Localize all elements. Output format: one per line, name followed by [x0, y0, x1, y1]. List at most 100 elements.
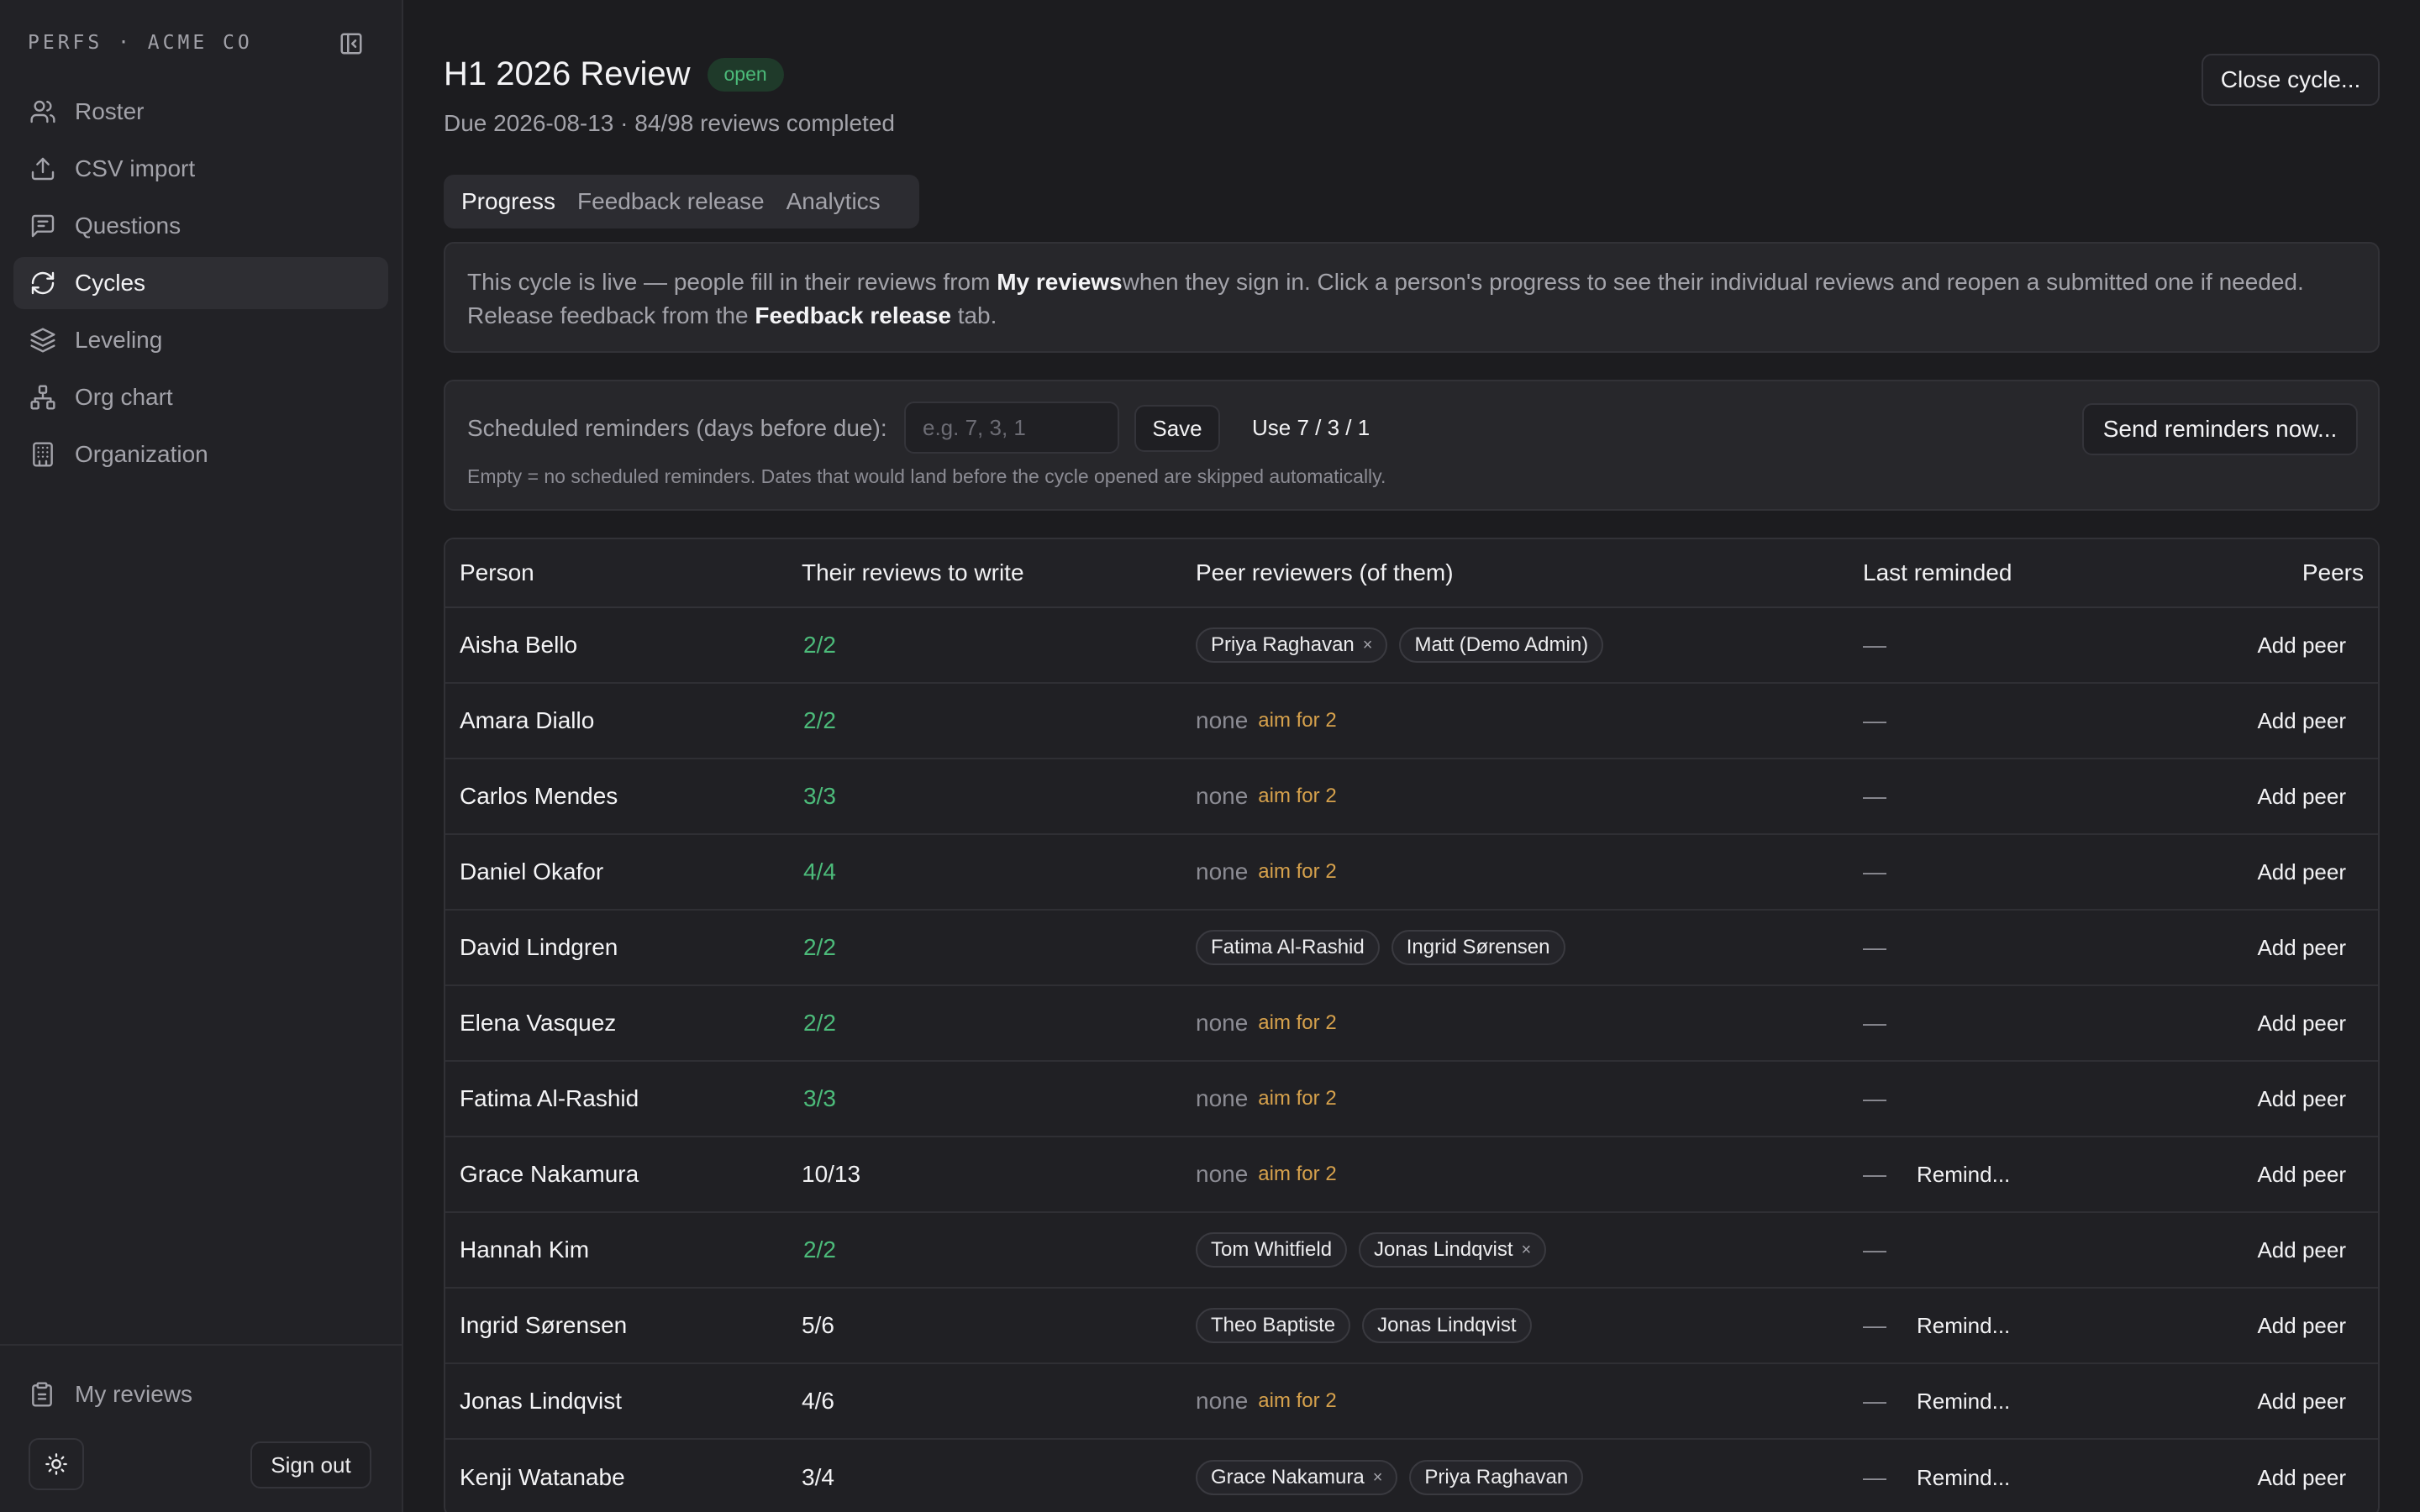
table-row: Fatima Al-Rashid 3/3 none aim for 2 — Add pee…	[445, 1062, 2378, 1137]
peer-chip-label: Fatima Al-Rashid	[1211, 936, 1365, 958]
add-peer-button[interactable]: Add peer	[2257, 1086, 2346, 1112]
peer-chip-label: Grace Nakamura	[1211, 1466, 1365, 1488]
collapse-sidebar-icon[interactable]	[336, 30, 366, 57]
tab-progress[interactable]: Progress	[450, 181, 566, 223]
last-reminded-value: —	[1863, 858, 1886, 885]
tab-feedback-release[interactable]: Feedback release	[566, 181, 776, 223]
peer-reviewers-cell: none aim for 2	[1196, 858, 1863, 885]
table-header: Person Their reviews to write Peer revie…	[445, 539, 2378, 608]
no-peers-text: none	[1196, 707, 1249, 733]
person-name: Daniel Okafor	[460, 858, 604, 885]
column-header-peer-reviewers: Peer reviewers (of them)	[1196, 559, 1454, 585]
peer-chip: Grace Nakamura ×	[1196, 1460, 1398, 1495]
add-peer-button[interactable]: Add peer	[2257, 1011, 2346, 1037]
add-peer-button[interactable]: Add peer	[2257, 633, 2346, 659]
sign-out-button[interactable]: Sign out	[250, 1441, 371, 1488]
sidebar-item-label: Roster	[75, 98, 145, 124]
reminders-label: Scheduled reminders (days before due):	[467, 415, 887, 441]
peer-chip-label: Priya Raghavan	[1211, 633, 1355, 656]
last-reminded-cell: —	[1863, 707, 2221, 734]
theme-toggle-button[interactable]	[29, 1438, 84, 1490]
last-reminded-value: —	[1863, 1010, 1886, 1036]
add-peer-button[interactable]: Add peer	[2257, 1162, 2346, 1188]
add-peer-cell: Add peer	[2221, 633, 2378, 659]
table-row: Hannah Kim 2/2 Tom Whitfield Jonas Lindqvis…	[445, 1213, 2378, 1289]
add-peer-button[interactable]: Add peer	[2257, 1465, 2346, 1491]
review-progress-link[interactable]: 2/2	[802, 1010, 836, 1036]
refresh-icon	[29, 269, 57, 297]
review-progress-link[interactable]: 2/2	[802, 934, 836, 960]
save-reminders-button[interactable]: Save	[1134, 405, 1220, 452]
remove-peer-icon[interactable]: ×	[1373, 1468, 1383, 1488]
last-reminded-value: —	[1863, 1464, 1886, 1490]
add-peer-button[interactable]: Add peer	[2257, 935, 2346, 961]
cycle-subtitle: Due 2026-08-13 · 84/98 reviews completed	[444, 110, 895, 136]
review-progress-link[interactable]: 2/2	[802, 1236, 836, 1263]
clipboard-icon	[29, 1380, 57, 1409]
remove-peer-icon[interactable]: ×	[1521, 1241, 1531, 1260]
add-peer-button[interactable]: Add peer	[2257, 708, 2346, 734]
remind-button[interactable]: Remind...	[1917, 1465, 2010, 1491]
sidebar-item-roster[interactable]: Roster	[13, 86, 388, 138]
table-row: Aisha Bello 2/2 Priya Raghavan × Matt (Demo …	[445, 608, 2378, 684]
person-name: Aisha Bello	[460, 632, 578, 658]
review-progress-link[interactable]: 10/13	[802, 1161, 860, 1187]
review-progress-link[interactable]: 3/3	[802, 1085, 836, 1111]
add-peer-button[interactable]: Add peer	[2257, 784, 2346, 810]
sidebar-item-leveling[interactable]: Leveling	[13, 314, 388, 366]
my-reviews-link[interactable]: My reviews	[997, 269, 1122, 295]
peer-reviewers-cell: Tom Whitfield Jonas Lindqvist ×	[1196, 1232, 1863, 1268]
add-peer-button[interactable]: Add peer	[2257, 1237, 2346, 1263]
add-peer-cell: Add peer	[2221, 935, 2378, 961]
users-icon	[29, 97, 57, 126]
add-peer-button[interactable]: Add peer	[2257, 859, 2346, 885]
status-badge: open	[707, 57, 784, 92]
use-preset-button[interactable]: Use 7 / 3 / 1	[1252, 415, 1370, 441]
peer-chip-label: Matt (Demo Admin)	[1414, 633, 1589, 656]
sidebar-item-cycles[interactable]: Cycles	[13, 257, 388, 309]
table-row: Kenji Watanabe 3/4 Grace Nakamura × Priya Ra…	[445, 1440, 2378, 1512]
last-reminded-cell: —	[1863, 1236, 2221, 1263]
remind-button[interactable]: Remind...	[1917, 1389, 2010, 1415]
reviews-cell: 2/2	[802, 632, 1196, 659]
info-text: This cycle is live — people fill in thei…	[467, 269, 997, 295]
review-progress-link[interactable]: 4/4	[802, 858, 836, 885]
table-row: Ingrid Sørensen 5/6 Theo Baptiste Jonas Lin…	[445, 1289, 2378, 1364]
person-name: Fatima Al-Rashid	[460, 1085, 639, 1111]
tab-bar: Progress Feedback release Analytics	[444, 175, 919, 228]
review-progress-link[interactable]: 5/6	[802, 1312, 834, 1338]
feedback-release-link[interactable]: Feedback release	[755, 302, 951, 328]
no-peers-text: none	[1196, 783, 1249, 809]
peer-reviewers-cell: Grace Nakamura × Priya Raghavan	[1196, 1460, 1863, 1495]
last-reminded-value: —	[1863, 783, 1886, 809]
review-progress-link[interactable]: 4/6	[802, 1388, 834, 1414]
peer-reviewers-cell: none aim for 2	[1196, 1388, 1863, 1415]
table-row: Daniel Okafor 4/4 none aim for 2 — Add peer	[445, 835, 2378, 911]
reminder-days-input[interactable]	[904, 402, 1119, 454]
add-peer-button[interactable]: Add peer	[2257, 1389, 2346, 1415]
table-row: Jonas Lindqvist 4/6 none aim for 2 — Remind..…	[445, 1364, 2378, 1440]
send-reminders-button[interactable]: Send reminders now...	[2082, 403, 2358, 455]
add-peer-button[interactable]: Add peer	[2257, 1313, 2346, 1339]
aim-hint: aim for 2	[1258, 1087, 1337, 1110]
sidebar-item-label: Cycles	[75, 270, 146, 296]
reviews-cell: 3/3	[802, 1085, 1196, 1112]
remind-button[interactable]: Remind...	[1917, 1313, 2010, 1339]
remove-peer-icon[interactable]: ×	[1363, 636, 1373, 655]
review-progress-link[interactable]: 3/4	[802, 1464, 834, 1490]
sidebar-item-csv-import[interactable]: CSV import	[13, 143, 388, 195]
peer-chip-label: Jonas Lindqvist	[1374, 1238, 1513, 1261]
review-progress-link[interactable]: 2/2	[802, 707, 836, 733]
tab-analytics[interactable]: Analytics	[776, 181, 892, 223]
reminders-help-text: Empty = no scheduled reminders. Dates th…	[467, 465, 1386, 487]
last-reminded-cell: — Remind...	[1863, 1388, 2221, 1415]
close-cycle-button[interactable]: Close cycle...	[2202, 54, 2380, 106]
sidebar-item-questions[interactable]: Questions	[13, 200, 388, 252]
remind-button[interactable]: Remind...	[1917, 1162, 2010, 1188]
sidebar-item-my-reviews[interactable]: My reviews	[29, 1376, 192, 1413]
review-progress-link[interactable]: 2/2	[802, 632, 836, 658]
peer-chip: Theo Baptiste	[1196, 1308, 1351, 1343]
sidebar-item-organization[interactable]: Organization	[13, 428, 388, 480]
review-progress-link[interactable]: 3/3	[802, 783, 836, 809]
sidebar-item-org-chart[interactable]: Org chart	[13, 371, 388, 423]
